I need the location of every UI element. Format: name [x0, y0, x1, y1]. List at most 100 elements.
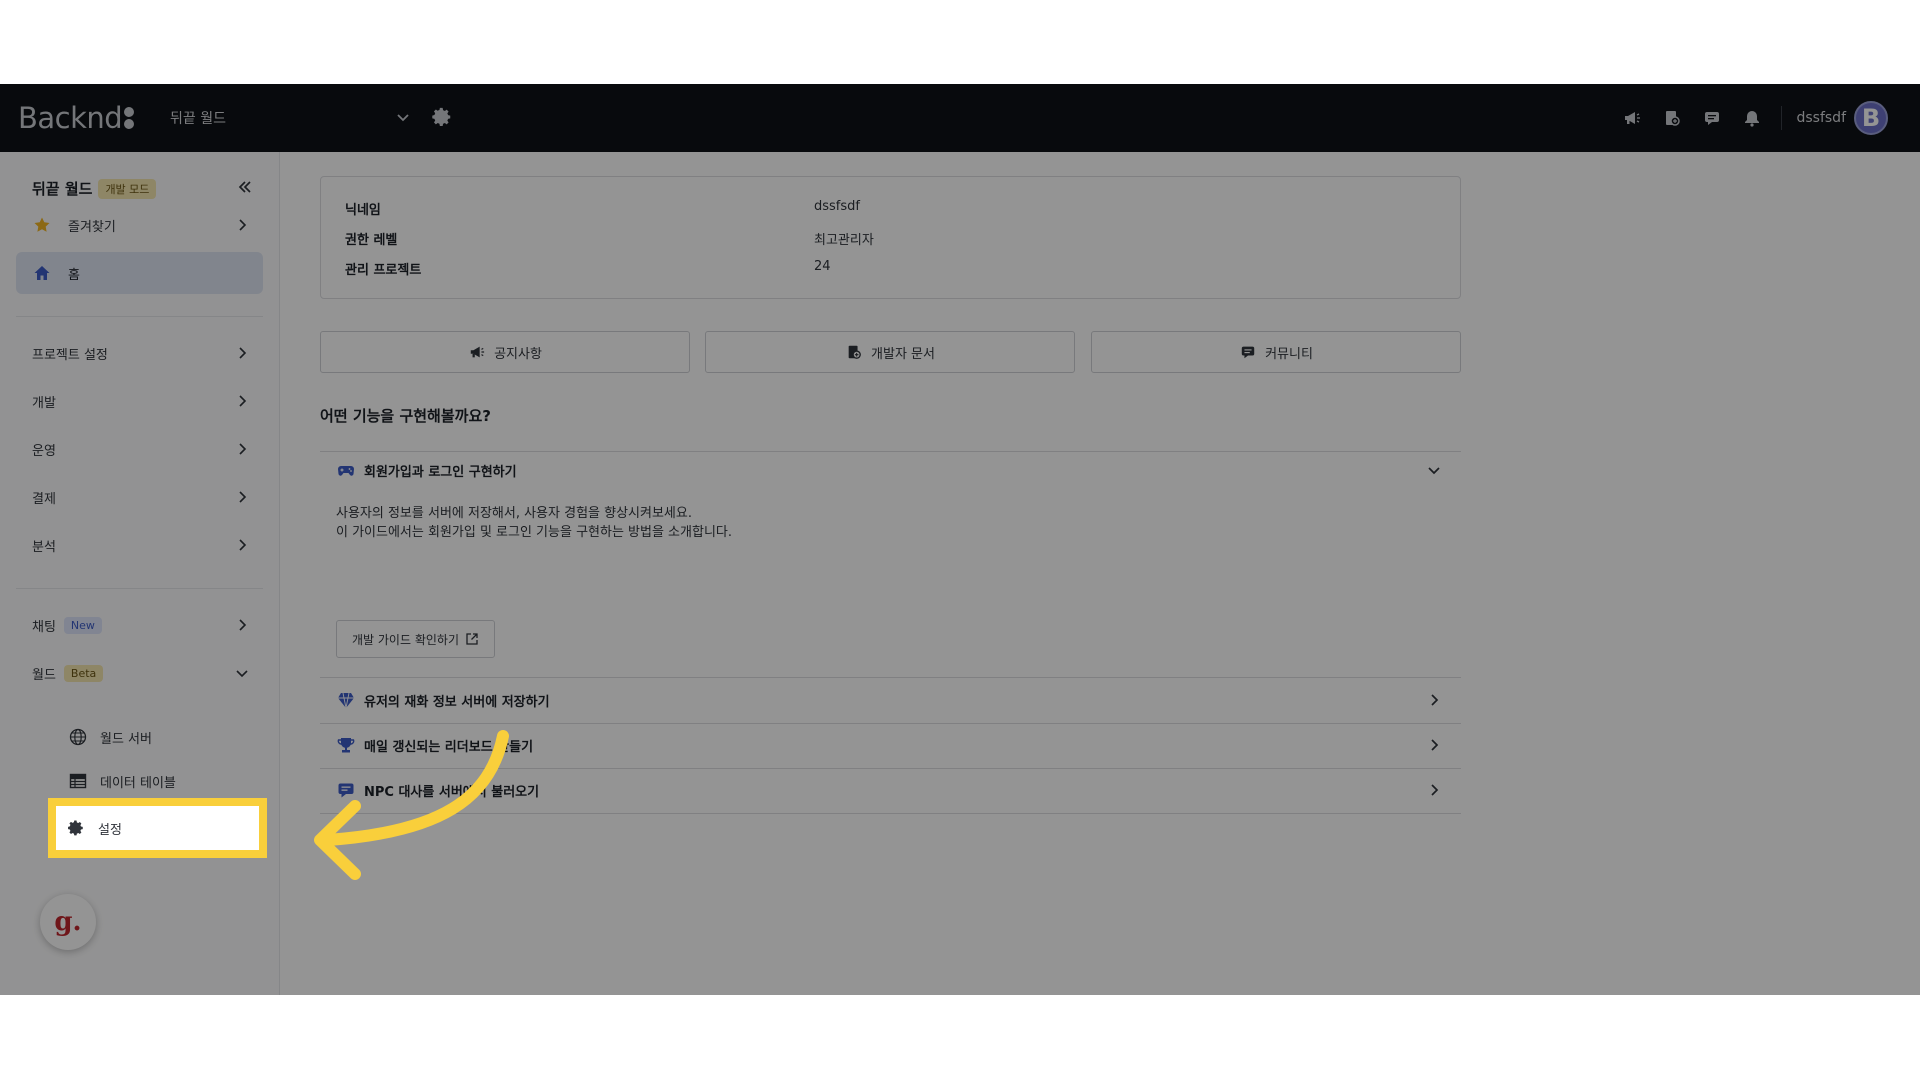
top-icons: dssfsdf B [1603, 84, 1920, 152]
sidebar-item-payment[interactable]: 결제 [16, 476, 263, 518]
sidebar-divider [16, 588, 263, 589]
features-title: 어떤 기능을 구현해볼까요? [320, 407, 491, 425]
avatar[interactable]: B [1854, 101, 1888, 135]
dev-guide-button[interactable]: 개발 가이드 확인하기 [336, 620, 495, 658]
sidebar-title: 뒤끝 월드 [32, 180, 93, 198]
chevron-right-icon [239, 443, 247, 455]
info-key: 닉네임 [345, 203, 381, 218]
info-row-permission: 권한 레벨 최고관리자 [345, 229, 874, 249]
username[interactable]: dssfsdf [1796, 110, 1846, 126]
sidebar-item-label: 월드 [32, 667, 56, 683]
new-badge: New [63, 616, 102, 634]
chevron-right-icon [239, 491, 247, 503]
profile-info-box: 닉네임 dssfsdf 권한 레벨 최고관리자 관리 프로젝트 24 [320, 176, 1461, 299]
accordion-title: 회원가입과 로그인 구현하기 [364, 464, 517, 480]
chevron-right-icon [239, 619, 247, 631]
chevron-down-icon [236, 670, 248, 678]
gear-icon [66, 818, 86, 838]
top-separator [1781, 106, 1783, 130]
beta-badge: Beta [63, 664, 104, 682]
top-bar: Backnd 뒤끝 월드 dssfsdf B [0, 84, 1920, 152]
dev-docs-button[interactable]: 개발자 문서 [705, 331, 1075, 373]
info-value: 최고관리자 [814, 233, 874, 248]
chevron-right-icon [1431, 739, 1439, 751]
home-icon [32, 263, 52, 283]
settings-label: 설정 [98, 822, 122, 838]
chevron-right-icon [239, 219, 247, 231]
sidebar-item-chatting[interactable]: 채팅 New [16, 604, 263, 646]
sidebar-subitem-label: 데이터 테이블 [100, 775, 176, 791]
sidebar-subitem-settings[interactable]: 설정 [48, 798, 267, 858]
info-row-nickname: 닉네임 dssfsdf [345, 199, 860, 219]
sidebar-subitem-label: 월드 서버 [100, 731, 152, 747]
sidebar-item-home[interactable]: 홈 [16, 252, 263, 294]
megaphone-icon[interactable] [1621, 107, 1643, 129]
sidebar-item-label: 홈 [68, 267, 80, 283]
info-key: 권한 레벨 [345, 233, 398, 248]
info-row-projects: 관리 프로젝트 24 [345, 259, 831, 279]
dev-guide-label: 개발 가이드 확인하기 [352, 632, 459, 647]
logo[interactable]: Backnd [18, 100, 135, 136]
mode-badge: 개발 모드 [98, 178, 157, 199]
description-line: 사용자의 정보를 서버에 저장해서, 사용자 경험을 향상시켜보세요. [336, 506, 692, 521]
sidebar-item-project-settings[interactable]: 프로젝트 설정 [16, 332, 263, 374]
megaphone-icon [468, 343, 486, 361]
curved-arrow-annotation [314, 730, 509, 880]
accordion-title: 유저의 재화 정보 서버에 저장하기 [364, 694, 550, 710]
chevron-down-icon [1428, 467, 1440, 475]
chevron-right-icon [1431, 694, 1439, 706]
star-icon [32, 215, 52, 235]
community-button[interactable]: 커뮤니티 [1091, 331, 1461, 373]
chevron-right-icon [239, 347, 247, 359]
external-link-icon [466, 633, 478, 645]
sidebar-item-world[interactable]: 월드 Beta [16, 652, 263, 694]
settings-item-content: 설정 [66, 816, 122, 840]
app-frame: Backnd 뒤끝 월드 dssfsdf B 뒤끝 월드 개발 모드 즐겨찾기 … [0, 84, 1920, 995]
g-launcher-button[interactable]: g. [40, 894, 96, 950]
sidebar-item-favorites[interactable]: 즐겨찾기 [16, 204, 263, 246]
sidebar-item-label: 결제 [32, 491, 56, 507]
sidebar-item-label: 분석 [32, 539, 56, 555]
sidebar-item-development[interactable]: 개발 [16, 380, 263, 422]
sidebar-item-operation[interactable]: 운영 [16, 428, 263, 470]
diamond-icon [336, 690, 356, 710]
logo-text: Backnd [18, 101, 123, 135]
description-line: 이 가이드에서는 회원가입 및 로그인 기능을 구현하는 방법을 소개합니다. [336, 525, 732, 540]
sidebar-item-label: 운영 [32, 443, 56, 459]
sidebar-item-label: 개발 [32, 395, 56, 411]
sidebar-divider [16, 316, 263, 317]
chat-icon [1239, 343, 1257, 361]
dev-docs-label: 개발자 문서 [871, 346, 935, 362]
sidebar-item-label: 즐겨찾기 [68, 219, 116, 235]
table-icon [68, 771, 88, 791]
accordion-description: 사용자의 정보를 서버에 저장해서, 사용자 경험을 향상시켜보세요. 이 가이… [336, 504, 732, 542]
globe-icon [68, 727, 88, 747]
accordion-item-signup-login[interactable]: 회원가입과 로그인 구현하기 [336, 448, 1461, 492]
sidebar-subitem-data-table[interactable]: 데이터 테이블 [68, 766, 176, 796]
collapse-sidebar-icon[interactable] [236, 178, 254, 196]
project-name: 뒤끝 월드 [170, 111, 226, 127]
chevron-right-icon [239, 539, 247, 551]
chat-icon[interactable] [1701, 107, 1723, 129]
notice-label: 공지사항 [494, 346, 542, 362]
info-value: dssfsdf [814, 199, 860, 214]
sidebar-item-analytics[interactable]: 분석 [16, 524, 263, 566]
chevron-right-icon [239, 395, 247, 407]
chevron-down-icon [397, 114, 409, 122]
sidebar: 뒤끝 월드 개발 모드 즐겨찾기 홈 프로젝트 설정 개발 운영 결제 분석 채… [0, 152, 280, 995]
info-value: 24 [814, 259, 831, 274]
bell-icon[interactable] [1741, 107, 1763, 129]
sidebar-subitem-world-server[interactable]: 월드 서버 [68, 722, 152, 752]
docs-icon [845, 343, 863, 361]
info-key: 관리 프로젝트 [345, 263, 422, 278]
sidebar-item-label: 프로젝트 설정 [32, 347, 108, 363]
sidebar-item-label: 채팅 [32, 619, 56, 635]
community-label: 커뮤니티 [1265, 346, 1313, 362]
logo-dots-icon [124, 105, 135, 131]
project-select[interactable]: 뒤끝 월드 [170, 104, 410, 132]
gamepad-icon [336, 460, 356, 480]
notice-button[interactable]: 공지사항 [320, 331, 690, 373]
docs-icon[interactable] [1661, 107, 1683, 129]
chevron-right-icon [1431, 784, 1439, 796]
gear-icon[interactable] [431, 106, 453, 128]
